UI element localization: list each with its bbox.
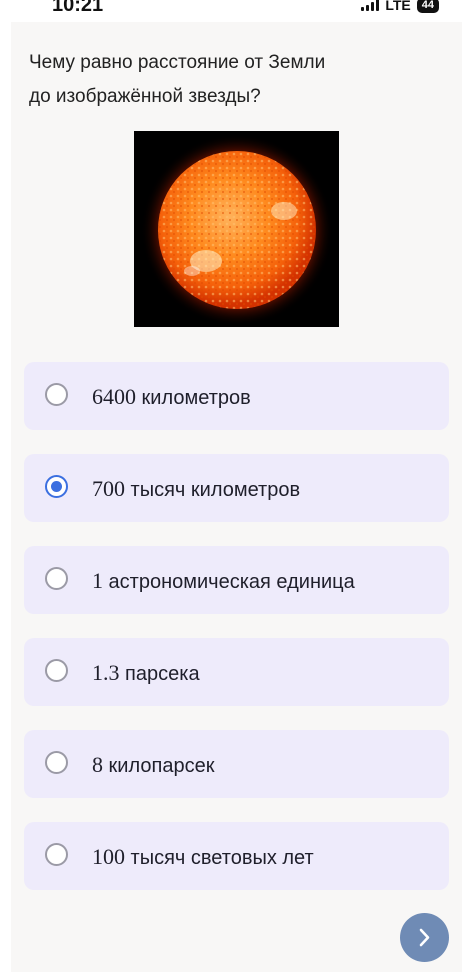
status-indicators: LTE 44 <box>361 0 439 13</box>
answer-label: 6400 километров <box>92 384 251 409</box>
network-type: LTE <box>385 0 411 13</box>
status-time: 10:21 <box>52 0 104 16</box>
answer-label: 700 тысяч километров <box>92 476 301 501</box>
answer-option-3[interactable]: 1 астрономическая единица <box>24 546 449 614</box>
answer-option-5[interactable]: 8 килопарсек <box>24 730 449 798</box>
radio-button-selected[interactable] <box>45 475 68 498</box>
answer-label: 8 килопарсек <box>92 752 215 777</box>
answer-label: 1.3 парсека <box>92 660 200 685</box>
radio-button[interactable] <box>45 659 68 682</box>
answer-option-4[interactable]: 1.3 парсека <box>24 638 449 706</box>
question-line-2: до изображённой звезды? <box>29 86 261 107</box>
question-line-1: Чему равно расстояние от Земли <box>29 52 326 73</box>
answer-label: 1 астрономическая единица <box>92 568 355 593</box>
next-button[interactable] <box>400 913 449 962</box>
question-text: Чему равно расстояние от Земли до изобра… <box>29 46 409 114</box>
status-bar: 10:21 LTE 44 <box>0 0 473 22</box>
answer-option-2[interactable]: 700 тысяч километров <box>24 454 449 522</box>
radio-button[interactable] <box>45 751 68 774</box>
signal-icon <box>361 0 380 11</box>
radio-button[interactable] <box>45 383 68 406</box>
battery-icon: 44 <box>416 0 439 13</box>
chevron-right-icon <box>419 928 430 947</box>
radio-button[interactable] <box>45 843 68 866</box>
radio-button[interactable] <box>45 567 68 590</box>
sun-illustration <box>141 134 333 326</box>
star-image <box>134 131 339 327</box>
answer-option-1[interactable]: 6400 километров <box>24 362 449 430</box>
answer-label: 100 тысяч световых лет <box>92 844 314 869</box>
answer-option-6[interactable]: 100 тысяч световых лет <box>24 822 449 890</box>
